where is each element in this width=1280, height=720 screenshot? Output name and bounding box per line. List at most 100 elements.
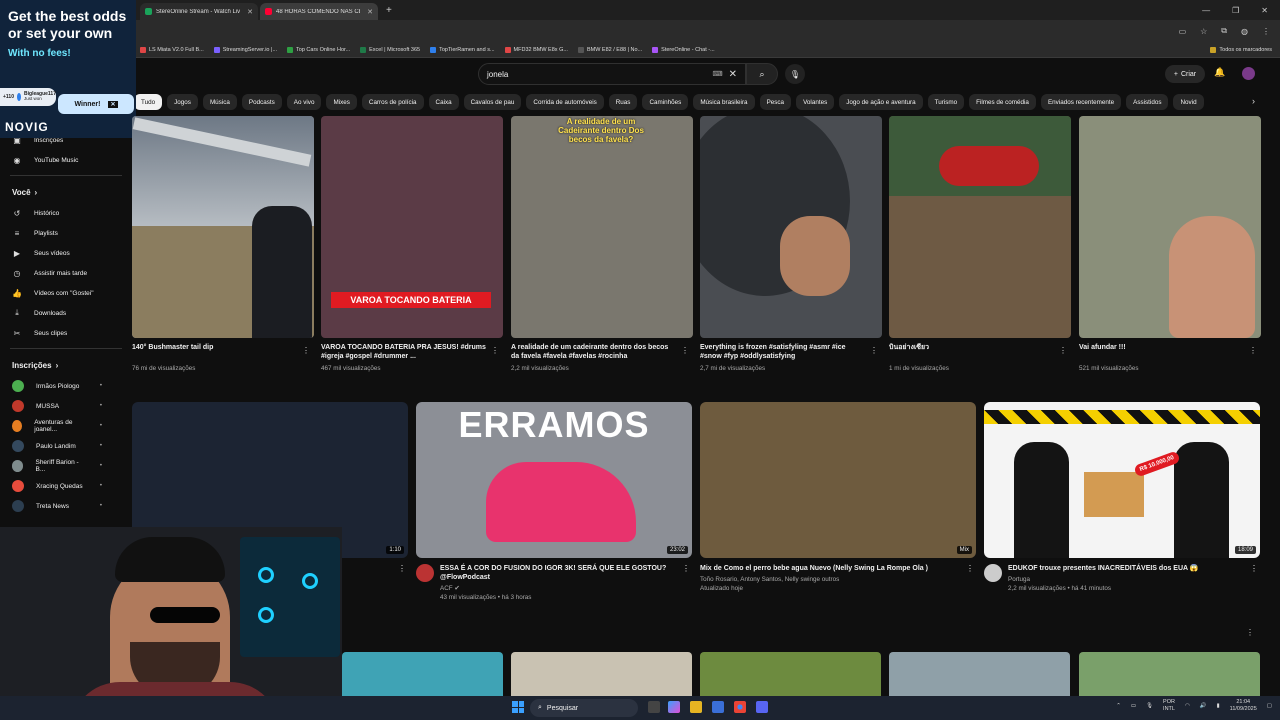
sidebar-item-subscription[interactable]: Treta News •: [0, 496, 132, 516]
video-title[interactable]: ESSA É A COR DO FUSION DO IGOR 3K! SERÁ …: [440, 564, 692, 582]
close-tab-icon[interactable]: ✕: [367, 8, 373, 16]
battery-icon[interactable]: ▮: [1217, 703, 1220, 709]
sidebar-item-you[interactable]: ≡ Playlists: [0, 223, 132, 243]
discord-icon[interactable]: [756, 701, 768, 713]
file-explorer-icon[interactable]: [690, 701, 702, 713]
store-icon[interactable]: [712, 701, 724, 713]
video-thumbnail[interactable]: ERRAMOS 23:02: [416, 402, 692, 558]
short-thumbnail[interactable]: [889, 116, 1071, 338]
chip-all[interactable]: Tudo: [134, 94, 163, 110]
task-view-icon[interactable]: [648, 701, 660, 713]
minimize-icon[interactable]: —: [1202, 6, 1210, 15]
video-thumbnail[interactable]: R$ 10.000,00 18:09: [984, 402, 1260, 558]
sidebar-item-subscription[interactable]: Irmãos Piologo •: [0, 376, 132, 396]
more-options-icon[interactable]: ⋮: [398, 564, 406, 573]
chip-category[interactable]: Jogo de ação e aventura: [839, 94, 923, 110]
video-card[interactable]: ERRAMOS 23:02 ESSA É A COR DO FUSION DO IG…: [416, 402, 692, 603]
sidebar-item-subscription[interactable]: Sheriff Barion - B... •: [0, 456, 132, 476]
new-tab-icon[interactable]: +: [386, 5, 392, 16]
bookmark[interactable]: StereOnline - Chat -...: [652, 46, 715, 53]
chip-category[interactable]: Ruas: [608, 94, 638, 110]
clear-search-icon[interactable]: ✕: [729, 69, 737, 80]
short-card[interactable]: Vai afundar !!! 521 mil visualizações ⋮: [1079, 116, 1261, 372]
chip-category[interactable]: Jogos: [167, 94, 198, 110]
more-options-icon[interactable]: ⋮: [1249, 346, 1257, 355]
wifi-icon[interactable]: ◠: [1185, 703, 1190, 709]
browser-tab[interactable]: 48 HORAS COMENDO NAS CE ✕: [260, 3, 378, 20]
sidebar-item-you[interactable]: ⤓ Downloads: [0, 303, 132, 323]
chip-category[interactable]: Caminhões: [642, 94, 689, 110]
channel-avatar[interactable]: [416, 564, 434, 582]
more-options-icon[interactable]: ⋮: [681, 346, 689, 355]
video-thumbnail[interactable]: [1079, 652, 1260, 696]
chevron-right-icon[interactable]: ›: [1252, 96, 1255, 106]
bookmark[interactable]: StreamingServer.io |...: [213, 46, 277, 53]
chip-category[interactable]: Assistidos: [1126, 94, 1169, 110]
chrome-icon[interactable]: [734, 701, 746, 713]
short-card[interactable]: A realidade de um Cadeirante dentro Dos …: [511, 116, 693, 372]
chip-category[interactable]: Música brasileira: [693, 94, 755, 110]
video-thumbnail[interactable]: Mix: [700, 402, 976, 558]
close-tab-icon[interactable]: ✕: [247, 8, 253, 16]
chip-category[interactable]: Cavalos de pau: [463, 94, 522, 110]
video-card[interactable]: R$ 10.000,00 18:09 EDUKOF trouxe presentes…: [984, 402, 1260, 594]
bookmark[interactable]: Top Cars Online Hor...: [287, 46, 350, 53]
chip-category[interactable]: Carros de polícia: [361, 94, 424, 110]
create-button[interactable]: + Criar: [1165, 65, 1205, 83]
close-window-icon[interactable]: ✕: [1261, 6, 1268, 15]
sidebar-item-subscription[interactable]: MUSSA •: [0, 396, 132, 416]
search-input[interactable]: jonela: [487, 70, 508, 79]
taskbar-search[interactable]: ⌕ Pesquisar: [530, 699, 638, 717]
short-title[interactable]: 140° Bushmaster tail dip: [132, 343, 314, 363]
video-thumbnail[interactable]: [511, 652, 692, 696]
profile-icon[interactable]: ◍: [1241, 27, 1248, 36]
ad-overlay[interactable]: Get the best odds or set your own With n…: [0, 0, 136, 138]
copilot-icon[interactable]: [668, 701, 680, 713]
chip-category[interactable]: Mixes: [326, 94, 357, 110]
short-thumbnail[interactable]: [132, 116, 314, 338]
sidebar-item-you[interactable]: ↺ Histórico: [0, 203, 132, 223]
bookmark[interactable]: MFD32 BMW E8x G...: [504, 46, 568, 53]
bookmark[interactable]: BMW E82 / E88 | No...: [577, 46, 642, 53]
chip-category[interactable]: Ao vivo: [286, 94, 322, 110]
sidebar-section-subscriptions[interactable]: Inscrições ›: [0, 354, 132, 376]
cast-icon[interactable]: ▭: [1179, 27, 1187, 36]
more-options-icon[interactable]: ⋮: [1246, 628, 1254, 637]
short-thumbnail[interactable]: A realidade de um Cadeirante dentro Dos …: [511, 116, 693, 338]
sidebar-item-you[interactable]: ◷ Assistir mais tarde: [0, 263, 132, 283]
more-options-icon[interactable]: ⋮: [682, 564, 690, 573]
channel-avatar[interactable]: [984, 564, 1002, 582]
chip-category[interactable]: Turismo: [927, 94, 965, 110]
more-options-icon[interactable]: ⋮: [870, 346, 878, 355]
video-channel[interactable]: ACF ✔: [440, 585, 692, 594]
ad-winner-button[interactable]: Winner! ✕: [58, 94, 134, 114]
sidebar-section-you[interactable]: Você ›: [0, 181, 132, 203]
keyboard-icon[interactable]: ⌨: [713, 70, 723, 78]
more-options-icon[interactable]: ⋮: [966, 564, 974, 573]
language-indicator[interactable]: POR INTL: [1163, 699, 1175, 712]
short-card[interactable]: 140° Bushmaster tail dip 76 mi de visuali…: [132, 116, 314, 372]
short-card[interactable]: บินอย่างเซียว 1 mi de visualizações ⋮: [889, 116, 1071, 372]
short-title[interactable]: Vai afundar !!!: [1079, 343, 1261, 363]
bookmark[interactable]: Excel | Microsoft 365: [360, 46, 420, 53]
sidebar-item-you[interactable]: ▶ Seus vídeos: [0, 243, 132, 263]
sidebar-item-subscription[interactable]: Aventuras de joanel... •: [0, 416, 132, 436]
chip-category[interactable]: Volantes: [796, 94, 835, 110]
sidebar-item-youtube-music[interactable]: ◉ YouTube Music: [0, 150, 132, 170]
short-thumbnail[interactable]: VAROA TOCANDO BATERIA: [321, 116, 503, 338]
chip-category[interactable]: Filmes de comédia: [969, 94, 1036, 110]
short-card[interactable]: VAROA TOCANDO BATERIA VAROA TOCANDO BATER…: [321, 116, 503, 372]
more-options-icon[interactable]: ⋮: [1059, 346, 1067, 355]
chip-category[interactable]: Podcasts: [241, 94, 282, 110]
star-icon[interactable]: ☆: [1200, 27, 1207, 36]
video-title[interactable]: Mix de Como el perro bebe agua Nuevo (Ne…: [700, 564, 946, 573]
extensions-icon[interactable]: ⧉: [1221, 26, 1227, 36]
short-title[interactable]: VAROA TOCANDO BATERIA PRA JESUS! #drums …: [321, 343, 503, 363]
video-title[interactable]: EDUKOF trouxe presentes INACREDITÁVEIS d…: [1008, 564, 1217, 573]
menu-icon[interactable]: ⋮: [1262, 27, 1270, 36]
bookmarks-folder[interactable]: Todos os marcadores: [1210, 46, 1280, 53]
sidebar-item-subscription[interactable]: Xracing Quedas •: [0, 476, 132, 496]
sidebar-item-subscription[interactable]: Paulo Landim •: [0, 436, 132, 456]
chip-category[interactable]: Música: [202, 94, 237, 110]
search-box[interactable]: jonela ⌨ ✕: [478, 63, 746, 85]
